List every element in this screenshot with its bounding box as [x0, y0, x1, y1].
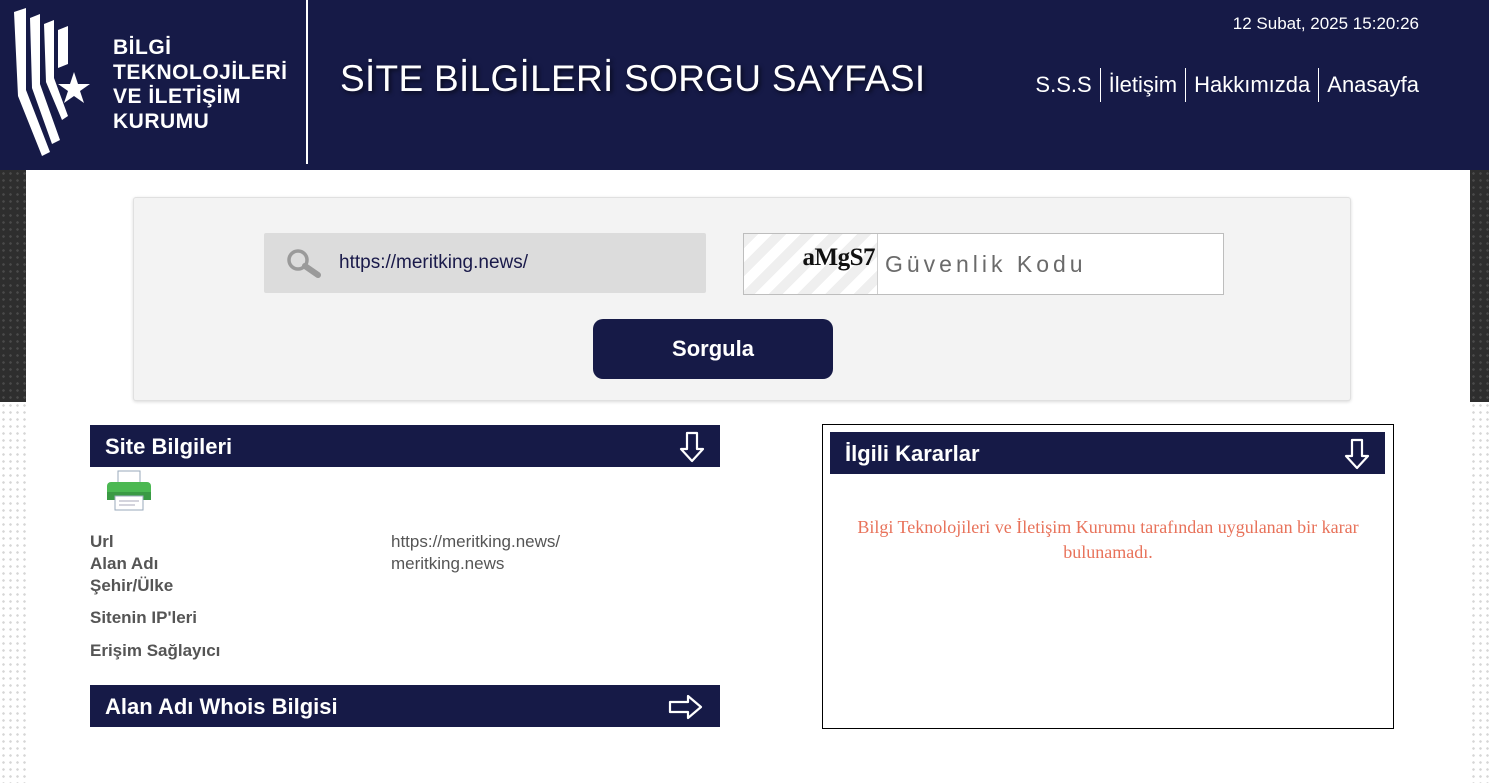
header-divider: [306, 0, 308, 164]
no-decision-message: Bilgi Teknolojileri ve İletişim Kurumu t…: [857, 517, 1359, 562]
site-info-values: https://meritking.news/ meritking.news: [391, 531, 560, 575]
printer-icon[interactable]: [105, 470, 153, 512]
left-dotted-background: [0, 170, 26, 783]
captcha-input[interactable]: [885, 234, 1215, 294]
site-info-title: Site Bilgileri: [105, 434, 233, 459]
label-erisim-saglayici: Erişim Sağlayıcı: [90, 641, 221, 660]
value-alan-adi: meritking.news: [391, 554, 505, 573]
decisions-title: İlgili Kararlar: [845, 441, 980, 466]
arrow-right-icon[interactable]: [668, 694, 704, 720]
arrow-down-icon[interactable]: [1343, 438, 1371, 470]
page-title: SİTE BİLGİLERİ SORGU SAYFASI: [340, 58, 926, 99]
decisions-header[interactable]: İlgili Kararlar: [830, 432, 1385, 474]
search-icon: [287, 249, 321, 278]
captcha-box: aMgS7: [743, 233, 1224, 295]
label-alan-adi: Alan Adı: [90, 554, 159, 573]
label-sehir-ulke: Şehir/Ülke: [90, 576, 174, 595]
nav-hakkimizda[interactable]: Hakkımızda: [1185, 68, 1318, 102]
site-info-header[interactable]: Site Bilgileri: [90, 425, 720, 467]
captcha-text: aMgS7: [802, 244, 876, 271]
nav-iletisim[interactable]: İletişim: [1099, 68, 1185, 102]
url-input[interactable]: [339, 233, 689, 293]
nav-sss[interactable]: S.S.S: [1035, 68, 1099, 102]
header-datetime: 12 Subat, 2025 15:20:26: [1232, 14, 1419, 33]
value-url: https://meritking.news/: [391, 532, 561, 551]
right-dotted-background: [1470, 170, 1489, 783]
captcha-image: aMgS7: [744, 234, 878, 294]
decisions-box: İlgili Kararlar Bilgi Teknolojileri ve İ…: [822, 424, 1394, 729]
label-url: Url: [90, 532, 114, 551]
sorgula-button[interactable]: Sorgula: [593, 319, 833, 379]
arrow-down-icon[interactable]: [678, 431, 706, 463]
search-panel: aMgS7 Sorgula: [133, 197, 1351, 401]
nav-anasayfa[interactable]: Anasayfa: [1318, 68, 1419, 102]
url-search-box[interactable]: [264, 233, 706, 293]
whois-header[interactable]: Alan Adı Whois Bilgisi: [90, 685, 720, 727]
whois-title: Alan Adı Whois Bilgisi: [105, 694, 338, 719]
label-ip: Sitenin IP'leri: [90, 608, 198, 627]
top-nav: S.S.S İletişim Hakkımızda Anasayfa: [1035, 68, 1419, 102]
site-header: BİLGİ TEKNOLOJİLERİ VE İLETİŞİM KURUMU S…: [0, 0, 1489, 170]
logo-text: BİLGİ TEKNOLOJİLERİ VE İLETİŞİM KURUMU: [113, 36, 288, 133]
site-info-labels: Url Alan Adı Şehir/Ülke Sitenin IP'leri …: [90, 531, 220, 662]
